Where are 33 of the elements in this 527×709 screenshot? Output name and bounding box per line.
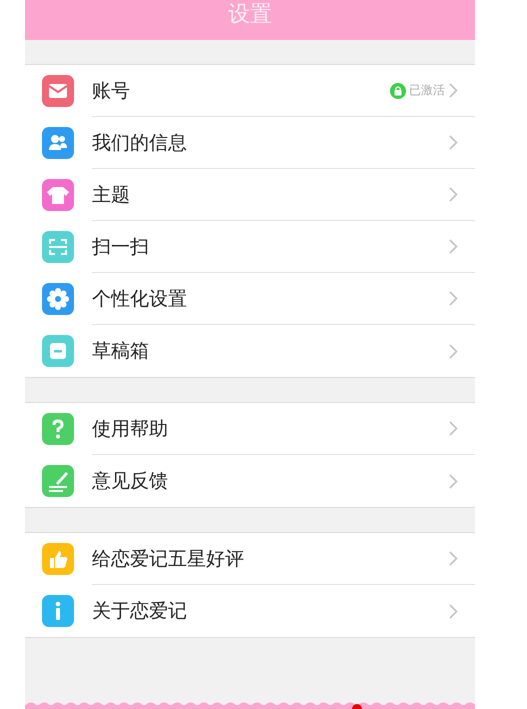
pencil-note-icon — [42, 465, 74, 497]
gear-icon — [42, 283, 74, 315]
row-label: 我们的信息 — [92, 130, 188, 156]
row-label: 意见反馈 — [92, 469, 169, 494]
info-icon — [42, 595, 74, 627]
row-label: 账号 — [92, 78, 131, 104]
chevron-icon — [449, 474, 458, 488]
row-label: 草稿箱 — [92, 339, 150, 364]
row-label: 使用帮助 — [92, 416, 169, 442]
chevron-icon — [449, 604, 458, 618]
chevron-icon — [449, 551, 458, 566]
chevron-icon — [449, 291, 458, 306]
people-icon — [42, 127, 74, 159]
chevron-icon — [449, 239, 458, 254]
row-label: 扫一扫 — [92, 234, 150, 260]
question-icon — [42, 413, 74, 445]
row-label: 个性化设置 — [92, 286, 188, 312]
chevron-icon — [449, 421, 458, 436]
row-label: 给恋爱记五星好评 — [92, 546, 245, 572]
status-text: 已激活 — [409, 82, 445, 99]
lock-icon — [390, 82, 406, 98]
shirt-icon — [42, 179, 74, 211]
box-icon — [42, 335, 74, 367]
chevron-icon — [449, 344, 458, 358]
chevron-icon — [449, 135, 458, 150]
row-label: 主题 — [92, 182, 131, 208]
chevron-icon — [449, 83, 458, 98]
mail-icon — [42, 75, 74, 107]
screen-title: 设置 — [227, 1, 273, 29]
row-label: 关于恋爱记 — [92, 599, 188, 624]
chevron-icon — [449, 187, 458, 202]
thumbs-up-icon — [42, 543, 74, 575]
scan-icon — [42, 231, 74, 263]
